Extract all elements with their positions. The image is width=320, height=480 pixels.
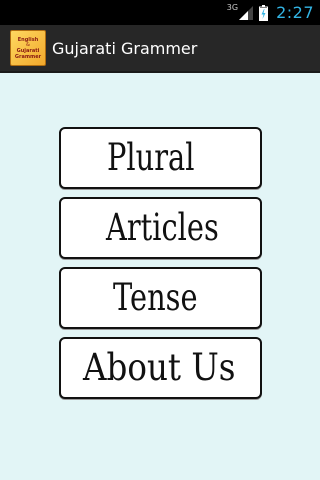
app-logo-text-line: Grammer: [14, 53, 42, 60]
signal-strength-icon: [239, 5, 254, 20]
plural-button-label: Plural: [107, 136, 195, 179]
app-title: Gujarati Grammer: [52, 38, 198, 58]
action-bar: English & Gujarati Grammer Gujarati Gram…: [0, 25, 320, 73]
status-bar: 3G 2:27: [0, 0, 320, 25]
about-us-button-label: About Us: [83, 346, 236, 389]
tense-button-label: Tense: [113, 276, 198, 319]
plural-button[interactable]: Plural: [59, 127, 262, 189]
clock: 2:27: [276, 3, 314, 22]
battery-charging-icon: [259, 4, 269, 21]
tense-button[interactable]: Tense: [59, 267, 262, 329]
articles-button-label: Articles: [106, 206, 219, 249]
articles-button[interactable]: Articles: [59, 197, 262, 259]
main-menu: Plural Articles Tense About Us: [59, 127, 262, 407]
status-indicators: 3G 2:27: [227, 0, 314, 25]
app-logo-icon[interactable]: English & Gujarati Grammer: [10, 30, 46, 66]
network-type-label: 3G: [226, 3, 239, 12]
about-us-button[interactable]: About Us: [59, 337, 262, 399]
